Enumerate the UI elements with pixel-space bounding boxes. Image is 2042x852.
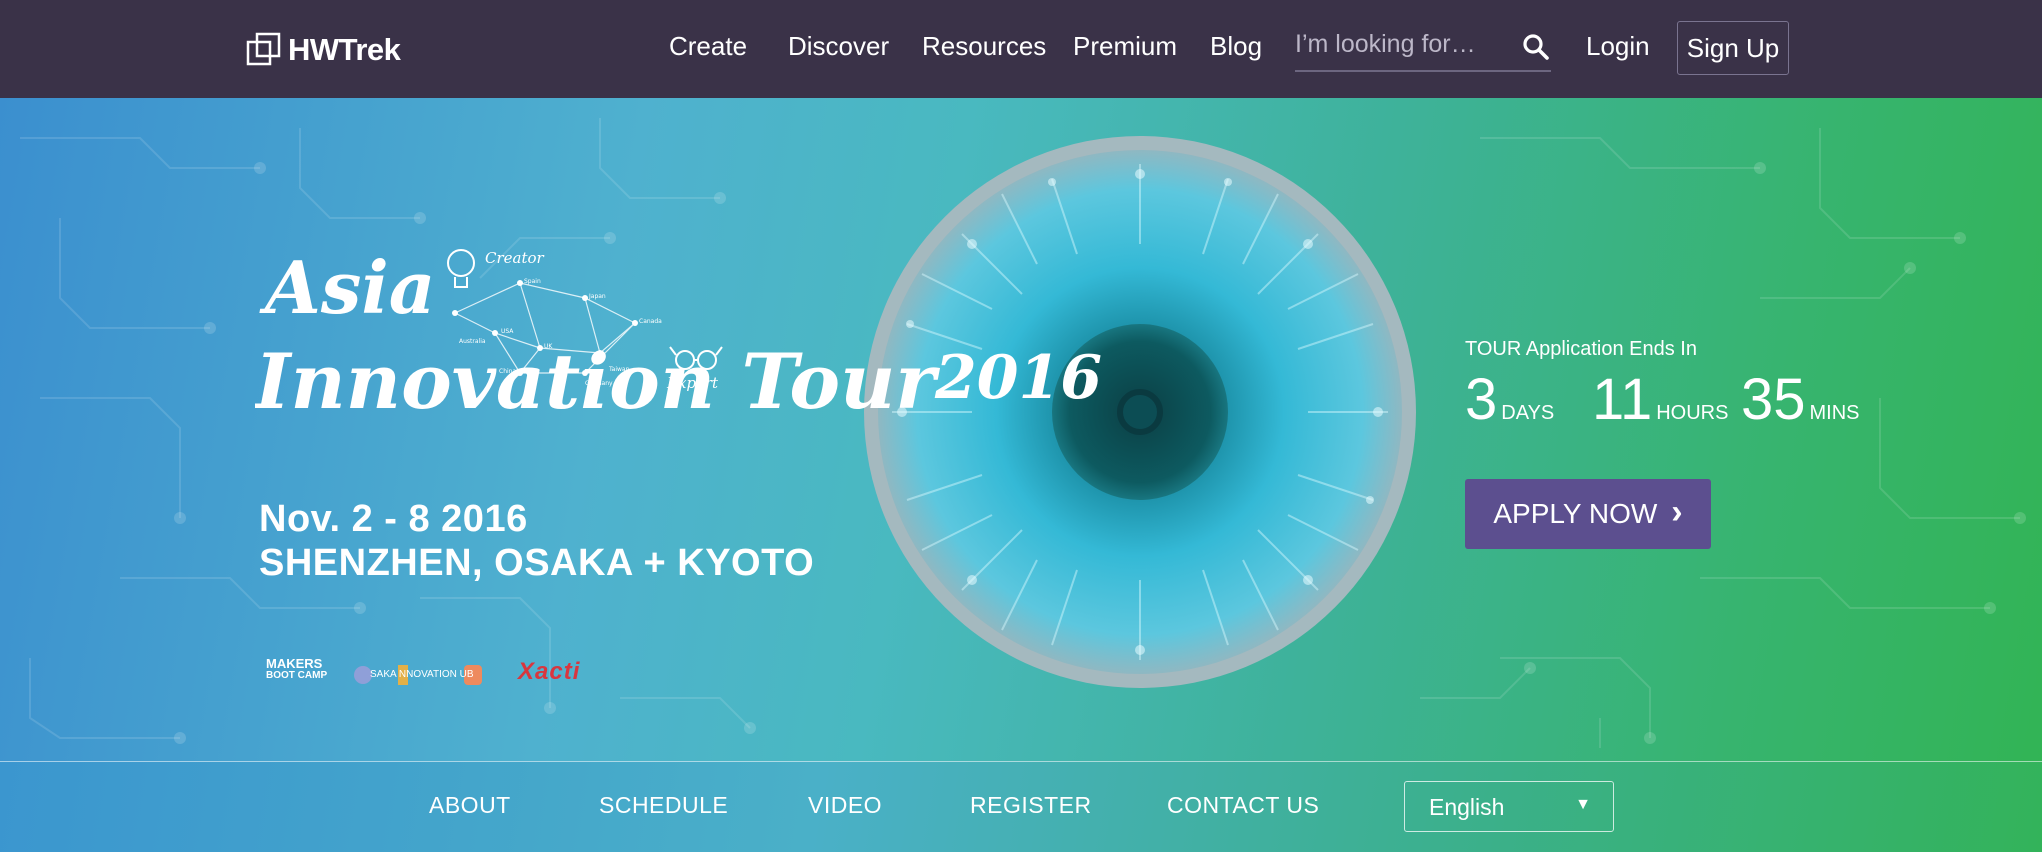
countdown-label: TOUR Application Ends In xyxy=(1465,338,1697,360)
nav-premium[interactable]: Premium xyxy=(1073,31,1177,62)
lightbulb-icon xyxy=(447,249,475,288)
map-label-place: Japan xyxy=(588,293,606,300)
countdown-mins: 35 MINS xyxy=(1741,366,1860,433)
countdown-days: 3 DAYS xyxy=(1465,366,1554,433)
event-subnav: ABOUT SCHEDULE VIDEO REGISTER CONTACT US… xyxy=(0,761,2042,852)
tour-cities: SHENZHEN, OSAKA + KYOTO xyxy=(259,542,815,584)
chevron-down-icon: ▼ xyxy=(1575,796,1591,813)
hwtrek-logo-icon xyxy=(246,32,281,66)
language-select[interactable]: English ▼ xyxy=(1404,781,1614,832)
title-asia: Asia xyxy=(259,245,435,330)
brand-name: HWTrek xyxy=(288,32,401,67)
days-unit: DAYS xyxy=(1501,402,1555,424)
apply-now-label: APPLY NOW xyxy=(1493,498,1658,529)
hero-banner: Creator Expert Spain USA Japan Australia… xyxy=(0,98,2042,761)
hours-unit: HOURS xyxy=(1656,402,1729,424)
title-innovation-tour: Innovation Tour xyxy=(255,337,940,426)
map-label-place: USA xyxy=(501,328,514,335)
subnav-register[interactable]: REGISTER xyxy=(970,792,1092,819)
chevron-right-icon: › xyxy=(1671,492,1683,531)
map-label-place: Spain xyxy=(524,278,541,285)
tour-title-graphic: Creator Expert Spain USA Japan Australia… xyxy=(255,245,1102,426)
tour-dates: Nov. 2 - 8 2016 xyxy=(259,498,528,540)
nav-discover[interactable]: Discover xyxy=(788,31,889,62)
nav-blog[interactable]: Blog xyxy=(1210,31,1262,62)
signup-button[interactable]: Sign Up xyxy=(1677,21,1789,75)
search-icon[interactable] xyxy=(1521,32,1551,62)
subnav-schedule[interactable]: SCHEDULE xyxy=(599,792,728,819)
subnav-video[interactable]: VIDEO xyxy=(808,792,882,819)
sponsor-xacti[interactable]: Xacti xyxy=(518,658,580,686)
map-label-creator: Creator xyxy=(485,249,545,267)
brand-logo[interactable]: HWTrek xyxy=(246,30,401,70)
mins-unit: MINS xyxy=(1809,402,1860,424)
top-navigation-bar: HWTrek Create Discover Resources Premium… xyxy=(0,0,2042,98)
sponsor-osaka-innovation-hub[interactable]: SAKA NNOVATION UB xyxy=(354,662,494,686)
nav-resources[interactable]: Resources xyxy=(922,31,1046,62)
days-value: 3 xyxy=(1465,367,1498,432)
hours-value: 11 xyxy=(1592,367,1653,432)
language-value: English xyxy=(1429,794,1505,820)
login-link[interactable]: Login xyxy=(1586,31,1650,62)
mins-value: 35 xyxy=(1741,367,1806,432)
sponsor-makers-bootcamp[interactable]: MAKERS BOOT CAMP xyxy=(266,657,327,682)
title-year: 2016 xyxy=(934,343,1102,413)
nav-create[interactable]: Create xyxy=(669,31,747,62)
subnav-contact-us[interactable]: CONTACT US xyxy=(1167,792,1319,819)
search-box xyxy=(1295,22,1551,72)
countdown-hours: 11 HOURS xyxy=(1592,366,1728,433)
search-input[interactable] xyxy=(1295,22,1505,66)
map-label-place: Canada xyxy=(639,318,662,325)
apply-now-button[interactable]: APPLY NOW › xyxy=(1465,479,1711,549)
subnav-about[interactable]: ABOUT xyxy=(429,792,511,819)
